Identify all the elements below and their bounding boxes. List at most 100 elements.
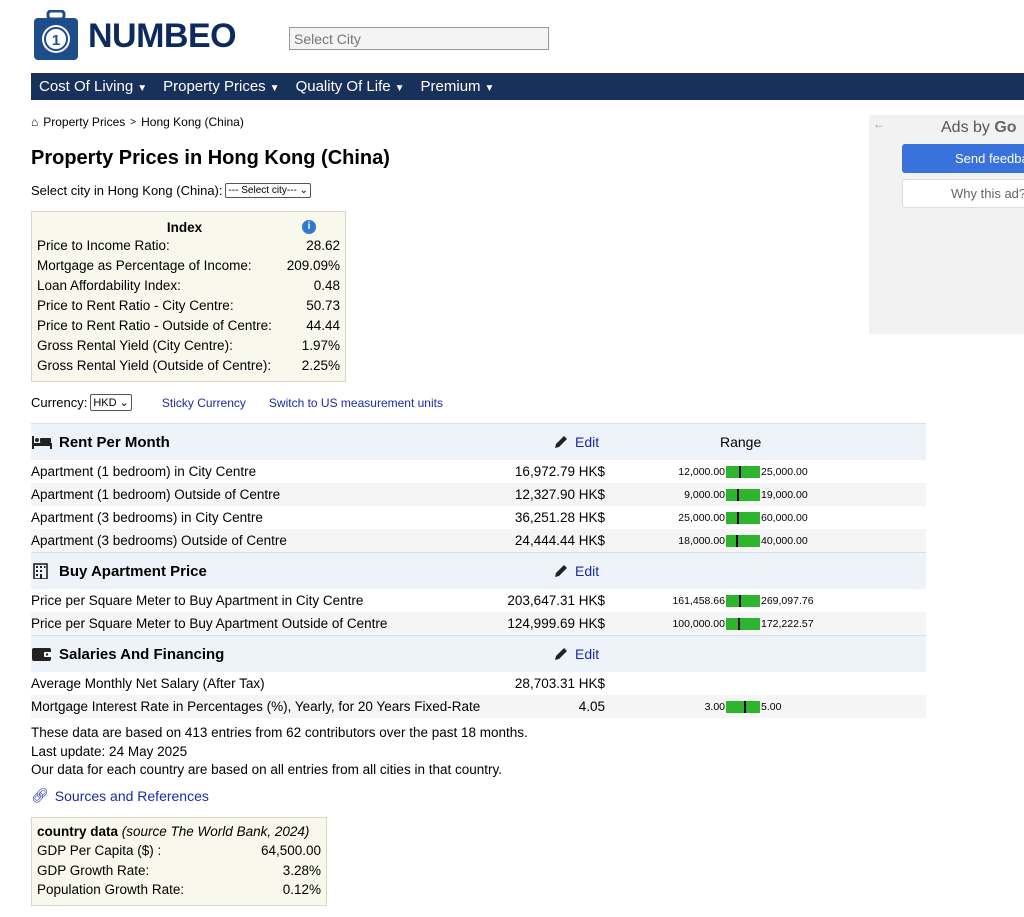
link-icon: 🔗︎ (31, 787, 49, 803)
range-high: 25,000.00 (761, 465, 808, 478)
country-data-row: GDP Growth Rate: 3.28% (37, 861, 321, 881)
nav-label: Cost Of Living (39, 78, 134, 95)
ads-panel: ← Ads by Go Send feedback Why this ad? (869, 115, 1024, 334)
range-marker (743, 700, 746, 713)
range-high: 40,000.00 (761, 534, 808, 547)
row-label: Average Monthly Net Salary (After Tax) (31, 676, 265, 691)
range-bar (726, 488, 760, 501)
range-low: 9,000.00 (684, 488, 725, 501)
table-row: Average Monthly Net Salary (After Tax) 28… (31, 672, 926, 695)
nav-quality-of-life[interactable]: Quality Of Life ▼ (288, 78, 413, 95)
notes-country-basis: Our data for each country are based on a… (31, 762, 502, 777)
breadcrumb-separator: > (130, 116, 137, 128)
edit-label: Edit (575, 646, 600, 662)
breadcrumb-current: Hong Kong (China) (141, 115, 244, 129)
range-bar (726, 465, 760, 478)
category-title: Buy Apartment Price (31, 563, 551, 580)
home-icon[interactable]: ⌂ (31, 115, 38, 129)
range-marker (735, 534, 738, 547)
index-value: 2.25% (301, 358, 340, 373)
table-row: Price per Square Meter to Buy Apartment … (31, 612, 926, 635)
index-label: Gross Rental Yield (City Centre): (37, 338, 233, 353)
row-value: 12,327.90 HK$ (514, 487, 605, 502)
range-low: 3.00 (704, 700, 725, 713)
row-label: Price per Square Meter to Buy Apartment … (31, 593, 364, 608)
nav-label: Premium (420, 78, 481, 95)
breadcrumb-property-prices[interactable]: Property Prices (43, 115, 125, 129)
send-feedback-button[interactable]: Send feedback (902, 144, 1024, 173)
page-title: Property Prices in Hong Kong (China) (31, 147, 390, 169)
range-bar (726, 511, 760, 524)
range-marker (737, 488, 740, 501)
currency-row: Currency: HKD ⌄ Sticky Currency Switch t… (31, 394, 443, 411)
category-title: Salaries And Financing (31, 646, 551, 663)
city-select-dropdown[interactable]: --- Select city--- ⌄ (225, 183, 311, 198)
index-title: Index (166, 219, 203, 235)
info-icon[interactable]: i (302, 220, 316, 234)
range-high: 172,222.57 (761, 617, 814, 630)
country-data-label: GDP Per Capita ($) : (37, 843, 162, 858)
range-bar (726, 617, 760, 630)
row-value: 16,972.79 HK$ (514, 464, 605, 479)
index-row: Price to Rent Ratio - City Centre: 50.73 (37, 296, 340, 316)
ads-brand: Go (994, 119, 1017, 136)
index-row: Price to Income Ratio: 28.62 (37, 236, 340, 256)
notes-last-update: Last update: 24 May 2025 (31, 743, 188, 759)
category-title-text: Buy Apartment Price (59, 562, 207, 580)
sources-row: 🔗︎ Sources and References (31, 787, 209, 804)
edit-link[interactable]: Edit (553, 646, 607, 662)
range-marker (738, 465, 741, 478)
range-high: 5.00 (761, 700, 782, 713)
category-title-text: Rent Per Month (59, 433, 170, 451)
index-value: 44.44 (306, 318, 340, 333)
pencil-icon (555, 648, 567, 660)
nav-premium[interactable]: Premium ▼ (413, 78, 503, 95)
row-label: Apartment (3 bedrooms) in City Centre (31, 510, 263, 525)
category-title: Rent Per Month (31, 434, 551, 451)
range-marker (737, 617, 740, 630)
sticky-currency-link[interactable]: Sticky Currency (162, 396, 246, 410)
building-icon (33, 563, 48, 579)
edit-link[interactable]: Edit (553, 563, 607, 579)
index-label: Mortgage as Percentage of Income: (37, 258, 252, 273)
range-indicator: 18,000.00 40,000.00 (605, 534, 808, 547)
range-indicator: 25,000.00 60,000.00 (605, 511, 808, 524)
wallet-icon (32, 648, 52, 661)
us-units-link[interactable]: Switch to US measurement units (269, 396, 443, 410)
range-low: 161,458.66 (672, 594, 725, 607)
price-table: Rent Per Month Edit Range Apartment (1 bed… (31, 423, 926, 718)
why-this-ad-button[interactable]: Why this ad? (902, 179, 1024, 208)
range-low: 12,000.00 (678, 465, 725, 478)
range-indicator: 100,000.00 172,222.57 (605, 617, 814, 630)
range-low: 100,000.00 (672, 617, 725, 630)
ads-prefix: Ads by (941, 119, 995, 136)
nav-label: Quality Of Life (295, 78, 391, 95)
table-row: Price per Square Meter to Buy Apartment … (31, 589, 926, 612)
back-arrow-icon[interactable]: ← (873, 117, 885, 131)
row-value: 203,647.31 HK$ (507, 593, 605, 608)
index-label: Loan Affordability Index: (37, 278, 181, 293)
index-label: Price to Income Ratio: (37, 238, 170, 253)
currency-select[interactable]: HKD ⌄ (90, 394, 132, 411)
chevron-down-icon: ⌄ (119, 397, 129, 409)
index-row: Gross Rental Yield (Outside of Centre): 2… (37, 356, 340, 376)
index-row: Price to Rent Ratio - Outside of Centre:… (37, 316, 340, 336)
caret-down-icon: ▼ (137, 83, 148, 94)
range-header: Range (720, 434, 762, 450)
country-data-label: GDP Growth Rate: (37, 862, 150, 878)
range-indicator: 12,000.00 25,000.00 (605, 465, 808, 478)
chevron-down-icon: ⌄ (299, 185, 308, 196)
city-search-input[interactable] (289, 27, 549, 50)
caret-down-icon: ▼ (269, 83, 280, 94)
table-row: Mortgage Interest Rate in Percentages (%… (31, 695, 926, 718)
nav-cost-of-living[interactable]: Cost Of Living ▼ (31, 78, 155, 95)
numbeo-logo[interactable]: 1 NUMBEO (32, 9, 237, 63)
range-marker (736, 511, 739, 524)
sources-link[interactable]: Sources and References (55, 788, 209, 804)
index-label: Price to Rent Ratio - Outside of Centre: (37, 318, 272, 333)
edit-link[interactable]: Edit (553, 434, 607, 450)
range-high: 60,000.00 (761, 511, 808, 524)
numbeo-bag-icon: 1 (34, 10, 78, 60)
table-row: Apartment (3 bedrooms) in City Centre 36,… (31, 506, 926, 529)
nav-property-prices[interactable]: Property Prices ▼ (155, 78, 287, 95)
